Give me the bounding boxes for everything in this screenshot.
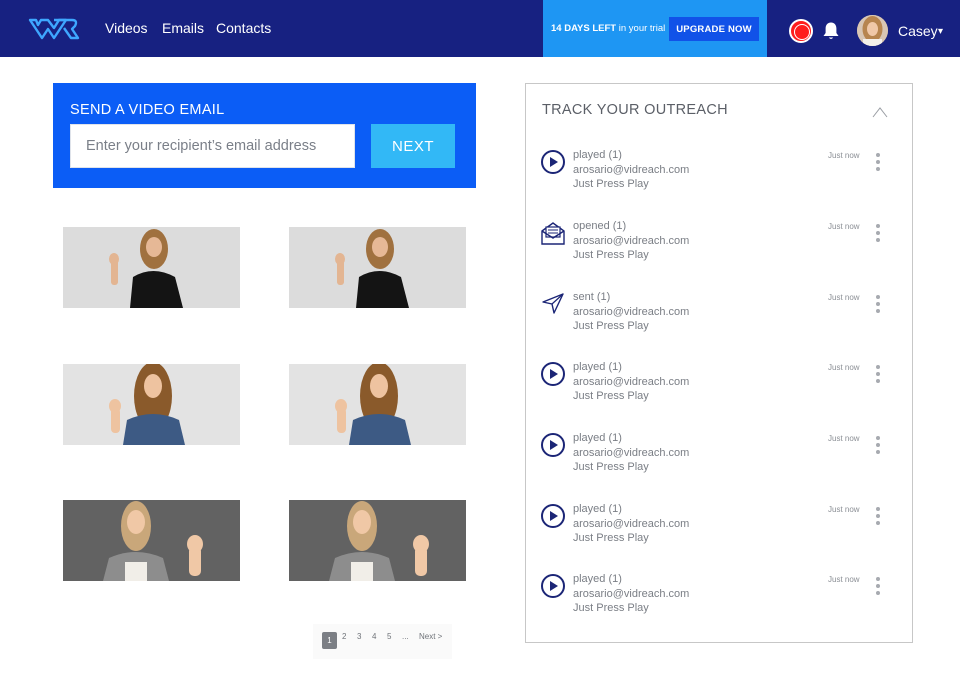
- play-circle-icon: [541, 504, 565, 528]
- activity-video-name: Just Press Play: [573, 602, 649, 614]
- activity-status: played (1): [573, 361, 622, 373]
- activity-time: Just now: [828, 222, 860, 231]
- activity-email: arosario@vidreach.com: [573, 235, 690, 247]
- play-circle-icon: [541, 362, 565, 386]
- avatar[interactable]: [857, 15, 888, 46]
- chevron-down-icon[interactable]: ▾: [938, 26, 943, 37]
- page-3-button[interactable]: 3: [357, 632, 361, 641]
- activity-time: Just now: [828, 151, 860, 160]
- panel-title: TRACK YOUR OUTREACH: [542, 102, 728, 118]
- activity-email: arosario@vidreach.com: [573, 376, 690, 388]
- nav-contacts[interactable]: Contacts: [216, 20, 271, 36]
- play-circle-icon: [541, 433, 565, 457]
- vidreach-logo[interactable]: [28, 17, 80, 41]
- video-thumbnail[interactable]: [63, 364, 240, 445]
- next-button[interactable]: NEXT: [371, 124, 455, 168]
- play-circle-icon: [541, 150, 565, 174]
- activity-item: played (1) arosario@vidreach.com Just Pr…: [540, 432, 900, 492]
- activity-video-name: Just Press Play: [573, 461, 649, 473]
- more-options-icon[interactable]: [874, 291, 882, 313]
- track-outreach-panel: TRACK YOUR OUTREACH played (1) arosario@…: [525, 83, 913, 643]
- nav-emails[interactable]: Emails: [162, 20, 204, 36]
- more-options-icon[interactable]: [874, 432, 882, 454]
- activity-item: sent (1) arosario@vidreach.com Just Pres…: [540, 291, 900, 351]
- activity-item: played (1) arosario@vidreach.com Just Pr…: [540, 361, 900, 421]
- envelope-open-icon: [541, 222, 565, 245]
- more-options-icon[interactable]: [874, 149, 882, 171]
- activity-email: arosario@vidreach.com: [573, 447, 690, 459]
- bell-icon[interactable]: [822, 21, 840, 41]
- activity-video-name: Just Press Play: [573, 390, 649, 402]
- activity-item: opened (1) arosario@vidreach.com Just Pr…: [540, 220, 900, 280]
- activity-time: Just now: [828, 575, 860, 584]
- pagination-ellipsis: ...: [402, 632, 409, 641]
- trial-text: 14 DAYS LEFT in your trial: [551, 23, 665, 34]
- top-navbar: Videos Emails Contacts 14 DAYS LEFT in y…: [0, 0, 960, 57]
- activity-status: sent (1): [573, 291, 611, 303]
- send-title: SEND A VIDEO EMAIL: [70, 102, 225, 118]
- send-video-email-card: SEND A VIDEO EMAIL NEXT: [53, 83, 476, 188]
- more-options-icon[interactable]: [874, 361, 882, 383]
- video-thumbnail[interactable]: [289, 500, 466, 581]
- page-4-button[interactable]: 4: [372, 632, 376, 641]
- activity-video-name: Just Press Play: [573, 532, 649, 544]
- record-button[interactable]: [789, 19, 813, 43]
- trial-banner: 14 DAYS LEFT in your trial UPGRADE NOW: [543, 0, 767, 57]
- activity-email: arosario@vidreach.com: [573, 588, 690, 600]
- recipient-email-input[interactable]: [70, 124, 355, 168]
- video-thumbnail[interactable]: [63, 500, 240, 581]
- activity-video-name: Just Press Play: [573, 178, 649, 190]
- activity-time: Just now: [828, 363, 860, 372]
- activity-status: played (1): [573, 149, 622, 161]
- activity-email: arosario@vidreach.com: [573, 306, 690, 318]
- activity-time: Just now: [828, 434, 860, 443]
- activity-item: played (1) arosario@vidreach.com Just Pr…: [540, 503, 900, 563]
- page-2-button[interactable]: 2: [342, 632, 346, 641]
- activity-time: Just now: [828, 505, 860, 514]
- activity-video-name: Just Press Play: [573, 249, 649, 261]
- nav-videos[interactable]: Videos: [105, 20, 148, 36]
- play-circle-icon: [541, 574, 565, 598]
- more-options-icon[interactable]: [874, 503, 882, 525]
- activity-item: played (1) arosario@vidreach.com Just Pr…: [540, 573, 900, 633]
- activity-item: played (1) arosario@vidreach.com Just Pr…: [540, 149, 900, 209]
- pagination: 1 2 3 4 5 ... Next >: [313, 624, 452, 659]
- next-page-link[interactable]: Next >: [419, 632, 442, 641]
- activity-status: played (1): [573, 432, 622, 444]
- activity-status: played (1): [573, 573, 622, 585]
- more-options-icon[interactable]: [874, 573, 882, 595]
- page-5-button[interactable]: 5: [387, 632, 391, 641]
- page-1-button[interactable]: 1: [322, 632, 337, 649]
- activity-status: opened (1): [573, 220, 627, 232]
- activity-email: arosario@vidreach.com: [573, 164, 690, 176]
- chevron-up-icon[interactable]: [872, 106, 888, 118]
- video-thumbnail[interactable]: [63, 227, 240, 308]
- paper-plane-icon: [542, 293, 564, 314]
- activity-video-name: Just Press Play: [573, 320, 649, 332]
- video-thumbnail[interactable]: [289, 364, 466, 445]
- activity-email: arosario@vidreach.com: [573, 518, 690, 530]
- more-options-icon[interactable]: [874, 220, 882, 242]
- video-thumbnail[interactable]: [289, 227, 466, 308]
- upgrade-now-button[interactable]: UPGRADE NOW: [669, 17, 759, 41]
- username[interactable]: Casey: [898, 23, 938, 39]
- activity-time: Just now: [828, 293, 860, 302]
- trial-suffix: in your trial: [616, 23, 666, 34]
- activity-status: played (1): [573, 503, 622, 515]
- trial-days: 14 DAYS LEFT: [551, 23, 617, 34]
